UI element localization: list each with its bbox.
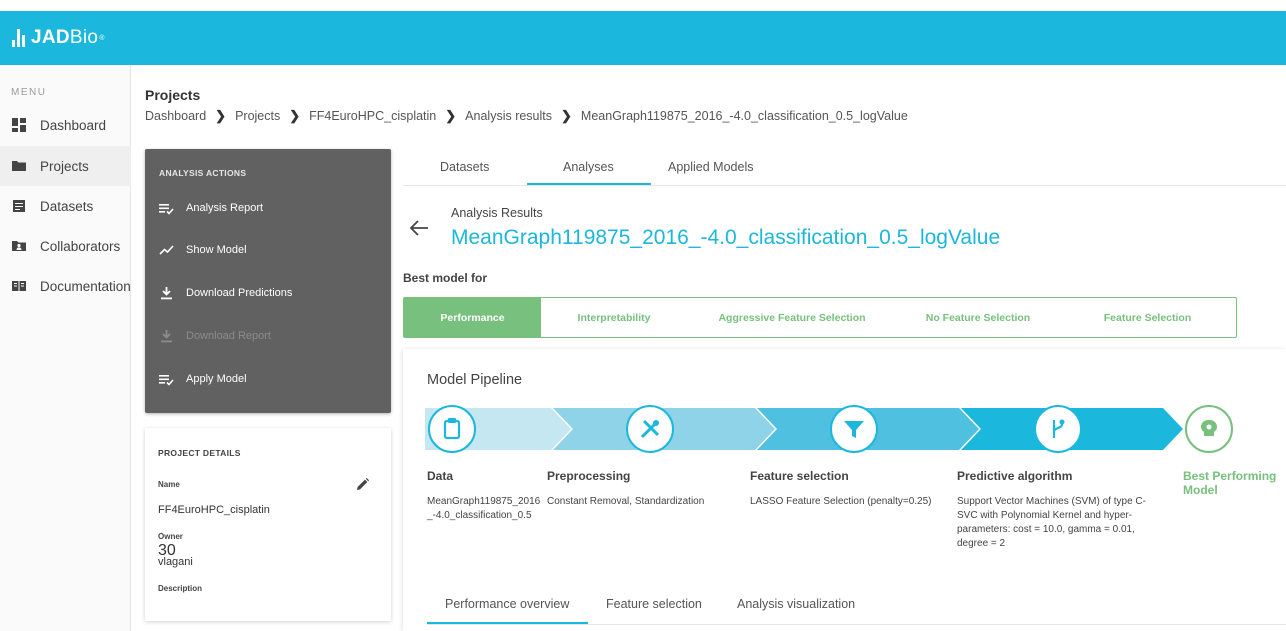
model-tab-feature-selection[interactable]: Feature Selection [1059,298,1236,337]
owner-value: vlagani [158,556,193,568]
analysis-results-label: Analysis Results [451,206,543,220]
show-model-label: Show Model [186,244,247,256]
book-icon [12,281,26,291]
model-tabs: Performance Interpretability Aggressive … [403,297,1237,338]
best-model-for-label: Best model for [403,271,488,285]
best-performing-model-label: Best Performing Model [1183,469,1277,497]
analysis-title: MeanGraph119875_2016_-4.0_classification… [451,226,1001,249]
menu-title: MENU [11,87,47,98]
active-bottom-tab-indicator [427,622,588,624]
top-tabs: Datasets Analyses Applied Models [403,150,1286,186]
dataset-icon [13,200,25,212]
breadcrumb-chevron-icon: ❯ [289,108,301,123]
model-tab-performance[interactable]: Performance [404,298,541,337]
breadcrumb-dashboard[interactable]: Dashboard [145,109,206,123]
sidebar-item-label: Datasets [40,198,94,214]
model-tab-interpretability[interactable]: Interpretability [541,298,687,337]
show-model-button[interactable]: Show Model [159,243,247,257]
project-details-card: PROJECT DETAILS Name FF4EuroHPC_cisplati… [145,428,391,621]
project-details-title: PROJECT DETAILS [158,448,241,458]
bottom-tabs: Performance overview Feature selection A… [427,589,1286,625]
filter-icon [830,405,878,453]
sidebar-item-dashboard[interactable]: Dashboard [0,105,131,145]
stage-feature-selection-name: Feature selection [750,469,849,483]
download-predictions-button[interactable]: Download Predictions [159,286,292,300]
download-report-label: Download Report [186,330,271,342]
tab-analyses[interactable]: Analyses [563,160,614,174]
tab-applied-models[interactable]: Applied Models [668,160,753,174]
stage-predictive-desc: Support Vector Machines (SVM) of type C-… [957,496,1146,549]
top-strip [0,0,1286,11]
model-tab-no-feature-selection[interactable]: No Feature Selection [897,298,1059,337]
analysis-report-label: Analysis Report [186,202,264,214]
branch-icon [1034,405,1082,453]
edit-pencil-icon[interactable] [356,478,369,491]
project-name-value: FF4EuroHPC_cisplatin [158,504,270,516]
stage-data-desc: MeanGraph119875_2016_-4.0_classification… [427,496,541,521]
breadcrumb-analysis: MeanGraph119875_2016_-4.0_classification… [580,109,908,123]
stage-data-name: Data [427,469,454,483]
logo-bars-icon [12,29,25,47]
sidebar-item-label: Collaborators [40,238,121,254]
sidebar-item-label: Dashboard [40,117,107,133]
sidebar-item-label: Projects [40,158,89,174]
back-arrow-icon[interactable] [409,219,429,237]
trend-icon [159,245,174,255]
breadcrumb-chevron-icon: ❯ [445,108,457,123]
stage-preprocessing-desc: Constant Removal, Standardization [547,496,705,507]
analysis-report-button[interactable]: Analysis Report [159,201,263,215]
name-label: Name [158,480,180,489]
analysis-actions-title: ANALYSIS ACTIONS [159,168,247,178]
jadbio-logo[interactable]: JAD Bio ® [12,27,105,49]
download-report-button[interactable]: Download Report [159,329,271,343]
sidebar: MENU Dashboard Projects Datasets Collabo… [0,65,131,631]
report-icon [159,204,174,215]
owner-label: Owner [158,532,183,541]
app-header: JAD Bio ® [0,11,1286,65]
description-label: Description [158,584,203,593]
logo-mark: ® [99,34,105,42]
tools-icon [626,405,674,453]
active-tab-indicator [527,183,651,185]
stage-predictive-name: Predictive algorithm [957,469,1073,483]
logo-text: JAD [31,27,70,48]
analysis-actions-panel: ANALYSIS ACTIONS Analysis Report Show Mo… [145,149,391,413]
download-predictions-label: Download Predictions [186,287,293,299]
model-tab-aggressive-feature-selection[interactable]: Aggressive Feature Selection [687,298,897,337]
tab-feature-selection[interactable]: Feature selection [606,597,702,611]
apply-icon [159,375,174,386]
breadcrumb-chevron-icon: ❯ [561,108,572,123]
stage-preprocessing-name: Preprocessing [547,469,631,483]
sidebar-item-projects[interactable]: Projects [0,146,131,186]
folder-icon [12,161,26,171]
sidebar-item-datasets[interactable]: Datasets [0,186,131,226]
download-icon [161,330,172,343]
apply-model-button[interactable]: Apply Model [159,372,247,386]
apply-model-label: Apply Model [186,373,247,385]
download-icon [161,287,172,300]
dashboard-icon [12,118,26,132]
clipboard-icon [428,405,476,453]
sidebar-item-documentation[interactable]: Documentation [0,266,131,306]
model-pipeline-title: Model Pipeline [427,372,523,388]
brain-icon [1185,405,1233,453]
sidebar-item-collaborators[interactable]: Collaborators [0,226,131,266]
stage-feature-selection-desc: LASSO Feature Selection (penalty=0.25) [750,496,932,507]
breadcrumb: Dashboard ❯ Projects ❯ FF4EuroHPC_cispla… [145,108,908,124]
breadcrumb-chevron-icon: ❯ [215,108,227,123]
page-title: Projects [145,87,201,103]
tab-performance-overview[interactable]: Performance overview [445,597,569,611]
tab-datasets[interactable]: Datasets [440,160,489,174]
collaborators-icon [12,241,26,251]
breadcrumb-project[interactable]: FF4EuroHPC_cisplatin [309,109,436,123]
logo-text-2: Bio [69,27,99,48]
tab-analysis-visualization[interactable]: Analysis visualization [737,597,855,611]
sidebar-item-label: Documentation [40,278,131,294]
breadcrumb-projects[interactable]: Projects [235,109,280,123]
breadcrumb-analysis-results[interactable]: Analysis results [465,109,552,123]
model-pipeline-card: Model Pipeline Data MeanGraph119875_2016… [403,349,1286,631]
